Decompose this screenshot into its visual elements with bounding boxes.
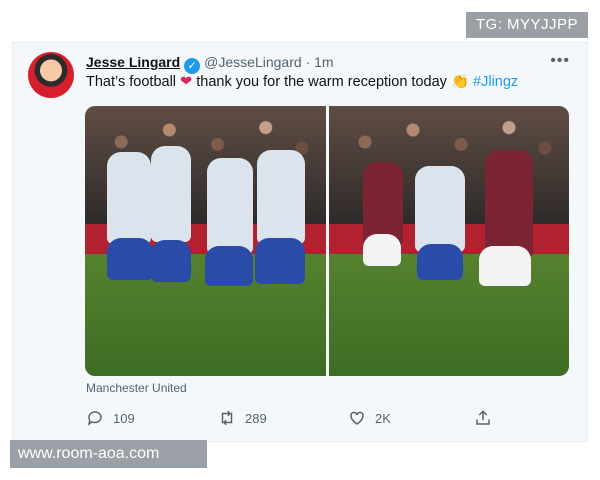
reply-button[interactable]: 109 <box>86 409 218 427</box>
retweet-icon <box>221 410 233 426</box>
like-button[interactable]: 2K <box>348 409 474 427</box>
tweet-header: Jesse Lingard ✓ @JesseLingard · 1m <box>86 52 566 74</box>
player <box>362 234 401 266</box>
player <box>107 152 151 244</box>
player <box>414 166 465 252</box>
clapping-hands-emoji: 👏 <box>450 74 469 90</box>
player <box>205 246 253 286</box>
player <box>107 238 153 280</box>
more-options-icon[interactable]: ••• <box>550 52 570 70</box>
tweet-time[interactable]: 1m <box>314 54 333 70</box>
watermark-top: TG: MYYJJPP <box>465 12 588 38</box>
retweet-button[interactable]: 289 <box>218 409 348 427</box>
author-name[interactable]: Jesse Lingard <box>86 54 180 70</box>
player <box>207 158 253 254</box>
player <box>151 240 191 282</box>
player <box>257 150 305 244</box>
red-heart-emoji: ❤ <box>180 74 193 90</box>
media-caption: Manchester United <box>86 381 187 395</box>
like-icon <box>350 411 364 425</box>
player <box>151 146 191 242</box>
media-photo-right[interactable] <box>328 106 569 376</box>
author-handle[interactable]: @JesseLingard <box>204 54 302 70</box>
watermark-bottom: www.room-aoa.com <box>10 440 207 468</box>
hashtag-link[interactable]: #Jlingz <box>473 74 518 90</box>
tweet-text-part2: thank you for the warm reception today <box>196 74 447 90</box>
share-icon <box>476 410 490 425</box>
tweet-actions: 109 289 2K <box>86 408 506 428</box>
author-avatar[interactable] <box>28 52 74 98</box>
retweet-count: 289 <box>245 410 267 426</box>
player <box>416 244 463 280</box>
media-photo-left[interactable] <box>85 106 326 376</box>
share-button[interactable] <box>474 409 501 427</box>
player <box>478 246 531 286</box>
tweet-text: That’s football ❤ thank you for the warm… <box>86 72 576 92</box>
player <box>255 238 305 284</box>
tweet-text-part1: That’s football <box>86 74 177 90</box>
reply-count: 109 <box>113 410 135 426</box>
header-separator: · <box>305 54 311 70</box>
tweet-media[interactable] <box>85 106 569 376</box>
like-count: 2K <box>375 410 391 426</box>
reply-icon <box>87 411 102 426</box>
player <box>484 150 533 258</box>
